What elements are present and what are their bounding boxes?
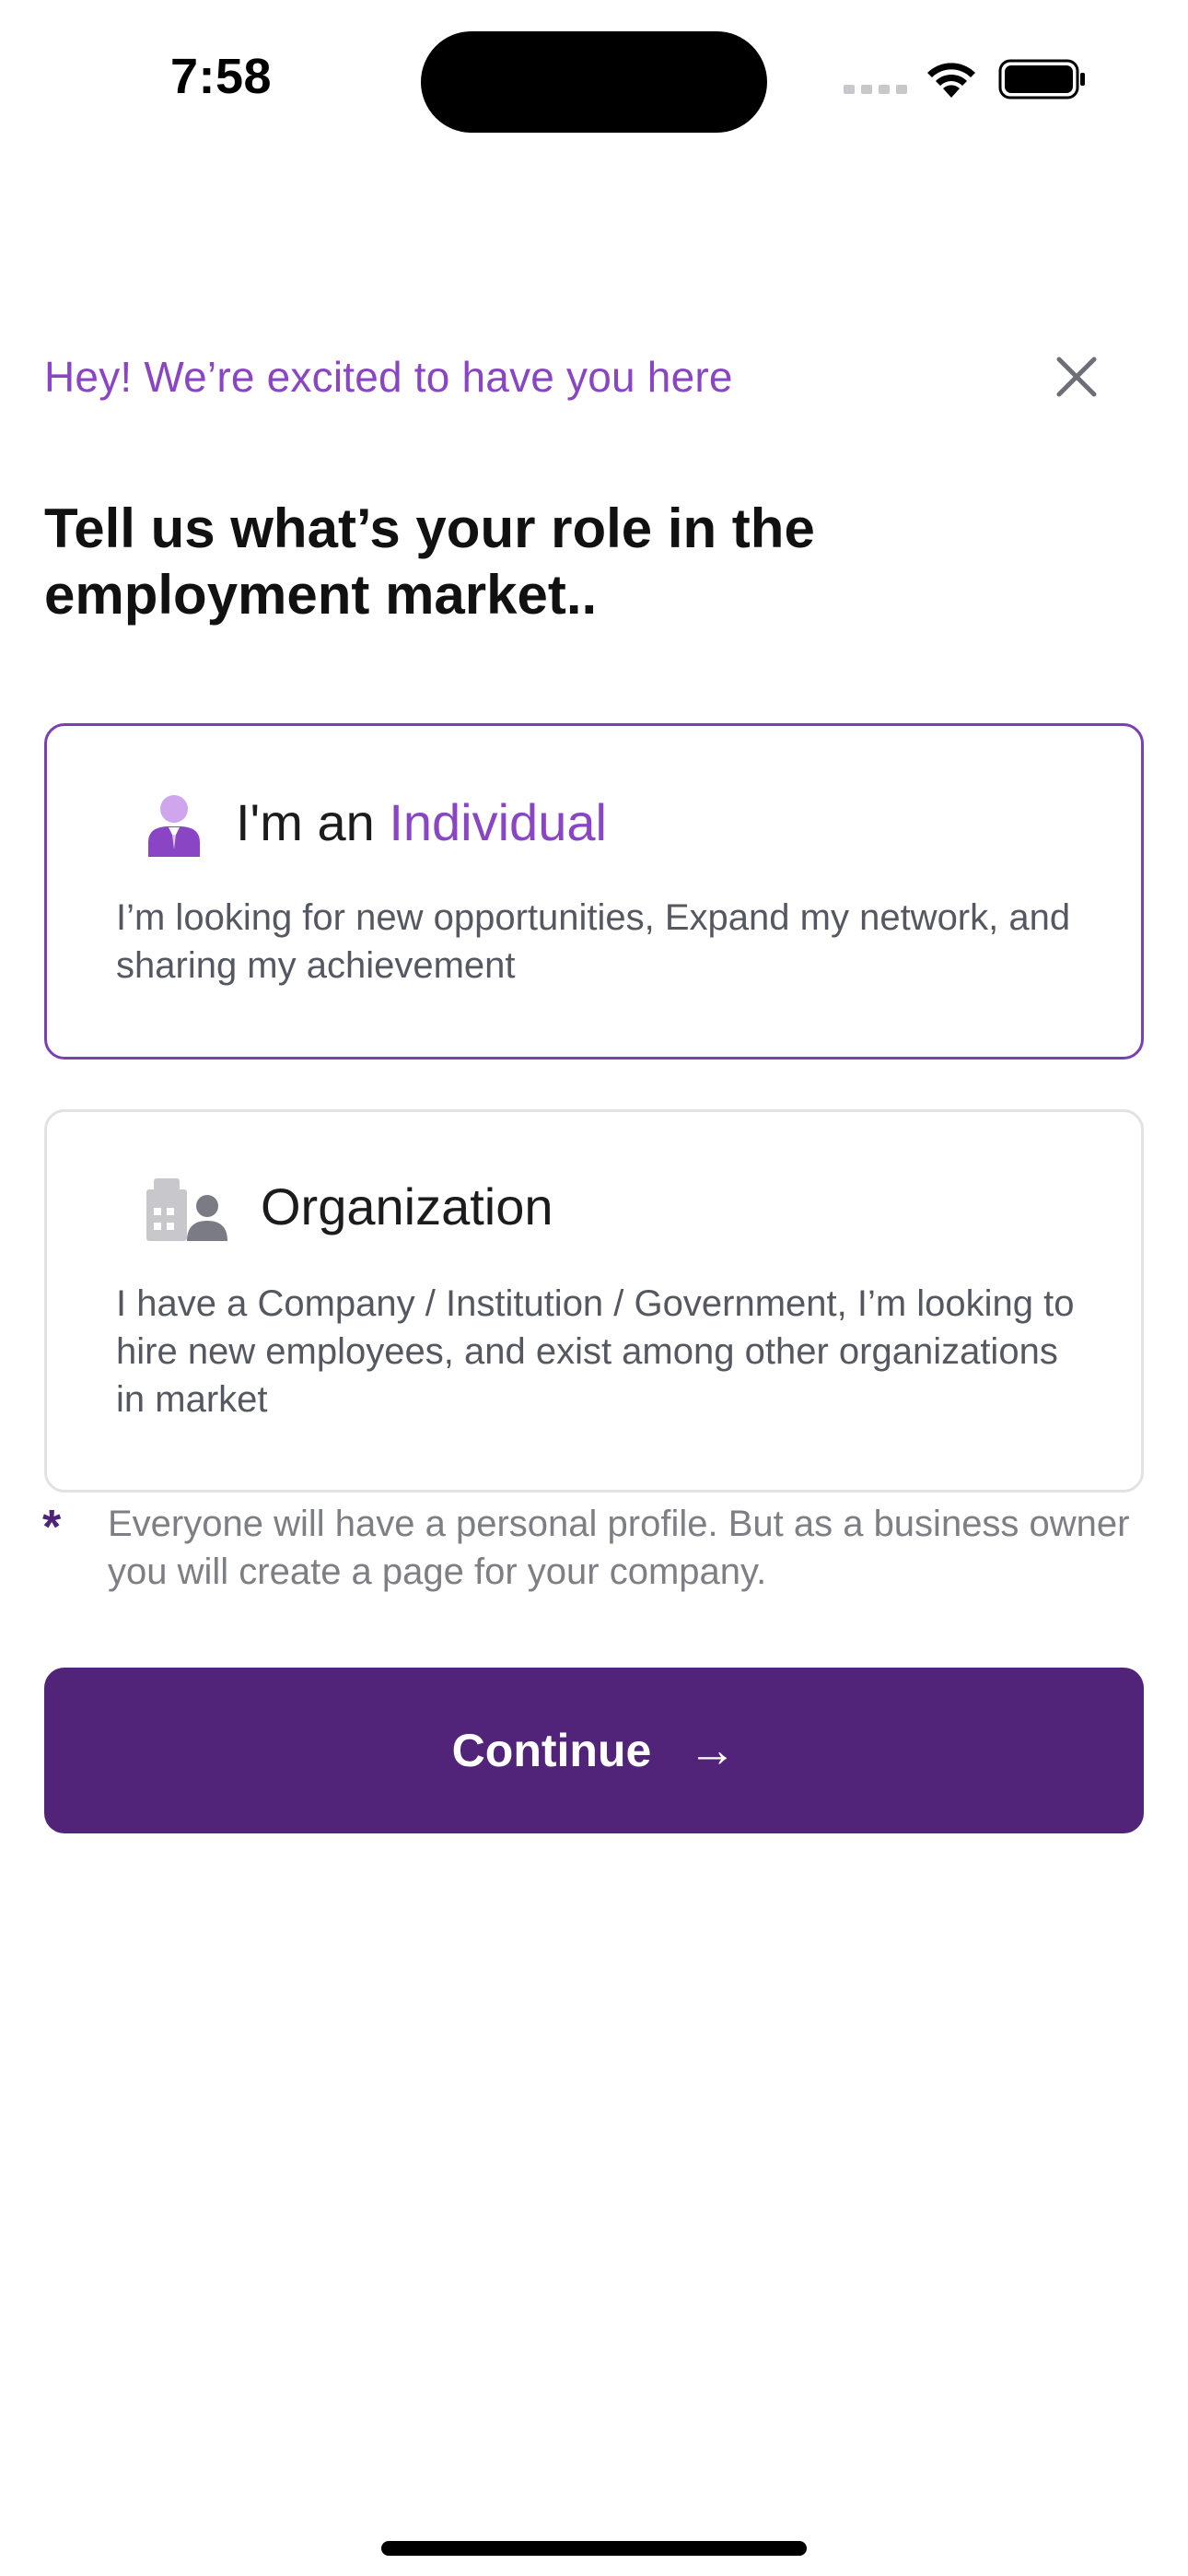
- option-card-organization[interactable]: Organization I have a Company / Institut…: [44, 1109, 1144, 1493]
- person-icon: [148, 795, 200, 857]
- battery-icon: [998, 59, 1085, 100]
- option-title-organization: Organization: [261, 1177, 553, 1235]
- arrow-right-icon: →: [688, 1724, 737, 1777]
- page-title: Tell us what’s your role in the employme…: [44, 498, 815, 626]
- status-time: 7:58: [170, 49, 273, 104]
- option-description-individual: I’m looking for new opportunities, Expan…: [116, 897, 1071, 986]
- option-description-organization: I have a Company / Institution / Governm…: [116, 1283, 1075, 1420]
- home-indicator[interactable]: [381, 2541, 807, 2556]
- option-title-accent: Individual: [389, 793, 607, 851]
- wifi-icon: [927, 63, 975, 98]
- continue-button[interactable]: Continue →: [44, 1668, 1144, 1833]
- cellular-signal-icon: [844, 85, 907, 94]
- note-asterisk-icon: *: [42, 1501, 62, 1554]
- building-person-icon: [146, 1178, 227, 1241]
- close-icon: [1056, 357, 1097, 397]
- greeting-text: Hey! We’re excited to have you here: [44, 353, 733, 401]
- option-title-prefix: I'm an: [236, 793, 390, 851]
- role-selection-screen: 7:58 Hey! We’re excited to have you here…: [0, 0, 1188, 2576]
- close-button[interactable]: [1050, 350, 1103, 404]
- option-card-individual[interactable]: I'm an Individual I’m looking for new op…: [44, 723, 1144, 1060]
- note-text: Everyone will have a personal profile. B…: [108, 1504, 1130, 1592]
- continue-button-label: Continue: [451, 1725, 652, 1776]
- option-title-individual: I'm an Individual: [236, 792, 607, 852]
- dynamic-island: [421, 31, 767, 133]
